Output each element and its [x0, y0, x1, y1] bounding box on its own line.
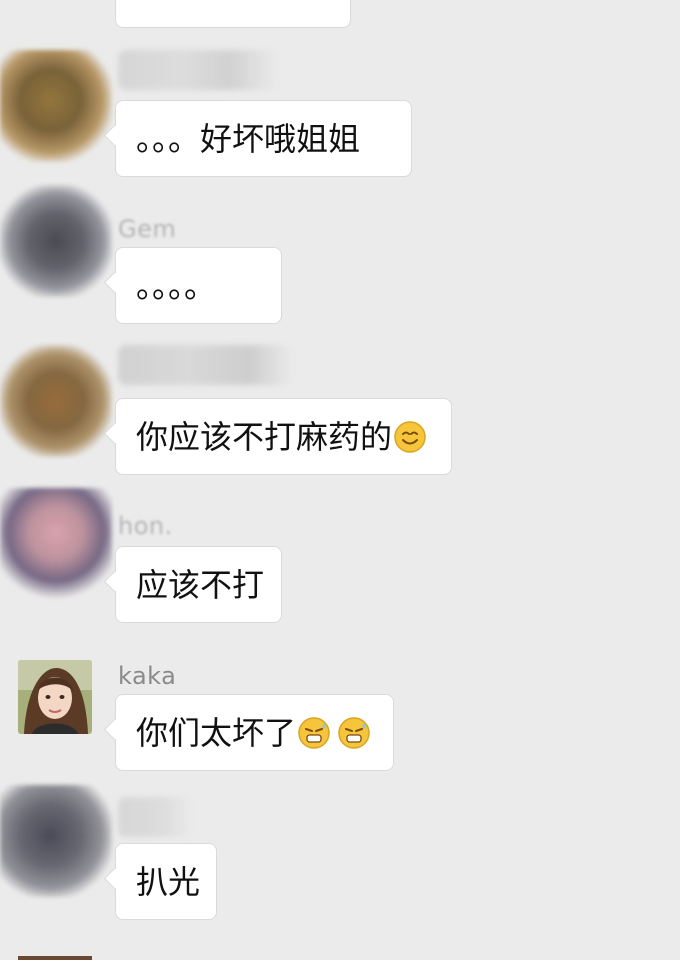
sender-name: Gem: [118, 215, 177, 243]
sender-name-scribble: [118, 50, 278, 90]
sender-name-scribble: [118, 797, 193, 837]
message-bubble[interactable]: 应该不打: [115, 546, 282, 623]
avatar[interactable]: [0, 50, 112, 162]
sender-name-scribble: [118, 345, 293, 385]
message-bubble[interactable]: 你应该不打麻药的: [115, 398, 452, 475]
avatar[interactable]: [18, 660, 92, 734]
avatar[interactable]: [0, 185, 112, 297]
message-text: 应该不打: [136, 566, 265, 604]
message-text: 。。。好坏哦姐姐: [136, 120, 361, 158]
message-text: 。。。。: [136, 267, 217, 305]
avatar[interactable]: [0, 785, 112, 897]
sweat-grin-emoji-icon: [338, 717, 370, 749]
message-bubble[interactable]: 你们太坏了: [115, 694, 394, 771]
message-bubble[interactable]: 。。。。: [115, 247, 282, 324]
message-bubble[interactable]: 扒光: [115, 843, 217, 920]
message-text: 你们太坏了: [136, 714, 297, 752]
sweat-grin-emoji-icon: [298, 717, 330, 749]
message-text: 扒光: [136, 863, 201, 901]
message-bubble[interactable]: 。。。好坏哦姐姐: [115, 100, 412, 177]
smile-emoji-icon: [394, 421, 426, 453]
avatar[interactable]: [18, 956, 92, 960]
message-bubble[interactable]: [115, 0, 351, 28]
sender-name: kaka: [118, 662, 177, 690]
message-text: 你应该不打麻药的: [136, 418, 393, 456]
sender-name: hon.: [118, 512, 173, 540]
grin-emoji-group: [136, 0, 332, 21]
avatar[interactable]: [0, 345, 112, 457]
avatar[interactable]: [0, 488, 112, 600]
